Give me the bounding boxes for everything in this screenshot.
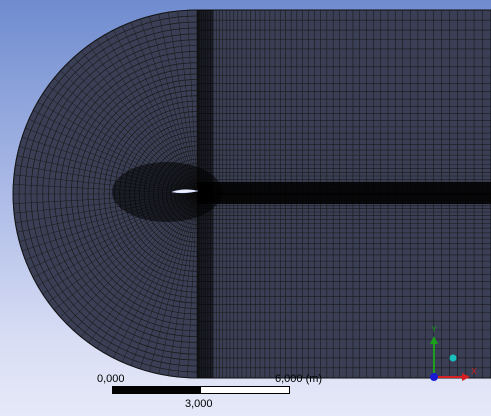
x-axis-arrowhead bbox=[462, 373, 470, 381]
y-axis-label: Y bbox=[431, 325, 437, 334]
scale-bar-right-label: 6,000 (m) bbox=[275, 373, 323, 385]
mesh-airfoil-cluster bbox=[112, 162, 222, 222]
mesh-wake-band bbox=[197, 182, 491, 204]
z-axis-marker bbox=[430, 373, 438, 381]
x-axis-label: X bbox=[471, 367, 477, 376]
scale-bar-middle-label: 3,000 bbox=[185, 398, 213, 410]
scale-bar-white-segment bbox=[201, 387, 289, 393]
axis-triad[interactable]: Y X bbox=[420, 322, 480, 384]
scale-bar-black-segment bbox=[113, 387, 201, 393]
scale-bar-left-label: 0,000 bbox=[97, 373, 125, 385]
y-axis-arrowhead bbox=[430, 336, 438, 344]
scale-bar bbox=[112, 386, 290, 394]
iso-view-marker[interactable] bbox=[449, 354, 457, 362]
mesh-viewport[interactable] bbox=[0, 0, 491, 416]
